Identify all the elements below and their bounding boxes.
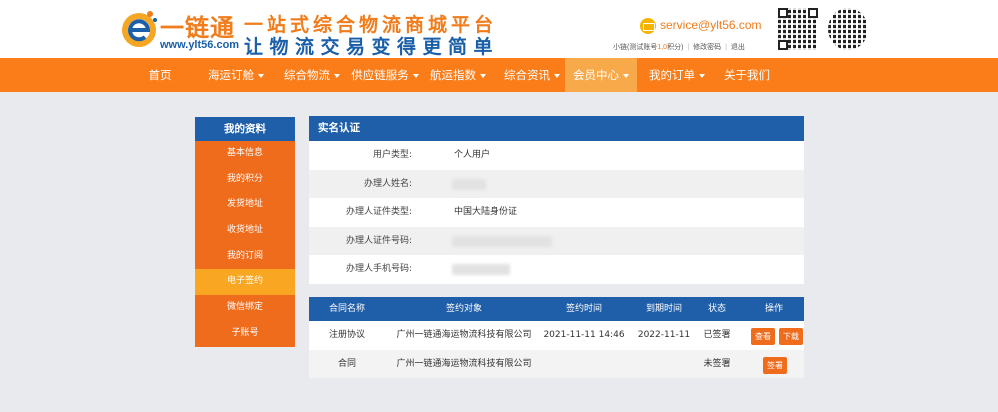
sidebar-item-receiving-address[interactable]: 收货地址 <box>195 218 295 244</box>
nav-label: 关于我们 <box>724 68 770 82</box>
column-header: 签约时间 <box>565 304 602 314</box>
sidebar-item-my-points[interactable]: 我的积分 <box>195 166 295 193</box>
profile-sidebar: 我的资料 基本信息 我的积分 发货地址 收货地址 我的订阅 电子签约 微信绑定 … <box>195 117 295 347</box>
sidebar-item-e-signing[interactable]: 电子签约 <box>195 269 295 296</box>
contract-status: 已签署 <box>703 330 731 340</box>
auth-rows: 用户类型: 个人用户 办理人姓名: 办理人证件类型: 中国大陆身份证 办理人证件… <box>309 141 804 284</box>
chevron-down-icon <box>480 73 486 78</box>
nav-label: 会员中心 <box>573 68 619 82</box>
sidebar-item-wechat-binding[interactable]: 微信绑定 <box>195 295 295 321</box>
logo-e-icon <box>122 11 157 47</box>
chevron-down-icon <box>412 73 419 78</box>
column-header: 签约对象 <box>445 304 482 314</box>
contract-status: 未签署 <box>703 358 731 369</box>
sidebar-item-subscriptions[interactable]: 我的订阅 <box>195 243 295 270</box>
sidebar-item-basic-info[interactable]: 基本信息 <box>195 141 295 167</box>
contract-expires-at: 2022-11-11 <box>637 330 691 340</box>
table-header: 合同名称 签约对象 签约时间 到期时间 状态 操作 <box>309 297 804 321</box>
column-header: 操作 <box>764 304 783 314</box>
contract-party: 广州一链通海运物流科技有限公司 <box>396 330 532 340</box>
main-nav: 首页 海运订舱 综合物流 供应链服务 航运指数 综合资讯 会员中心 我的订单 关… <box>0 58 998 92</box>
nav-label: 首页 <box>148 68 172 82</box>
nav-label: 我的订单 <box>649 68 695 82</box>
column-header: 到期时间 <box>645 304 682 314</box>
nav-my-orders[interactable]: 我的订单 <box>643 58 711 92</box>
chevron-down-icon <box>258 73 264 78</box>
qr-corner <box>808 8 818 18</box>
contract-name: 合同 <box>337 358 356 369</box>
view-button[interactable]: 查看 <box>751 328 775 345</box>
column-header: 状态 <box>707 304 726 314</box>
user-points: 1,0 <box>657 44 668 51</box>
info-row: 办理人姓名: <box>309 169 804 199</box>
qr-code-icon <box>776 6 820 52</box>
info-label: 办理人证件号码: <box>345 235 412 246</box>
qr-corner <box>778 8 788 18</box>
info-value: 中国大陆身份证 <box>454 207 518 218</box>
nav-label: 供应链服务 <box>351 68 409 82</box>
chevron-down-icon <box>623 73 629 78</box>
nav-news[interactable]: 综合资讯 <box>498 58 566 92</box>
logout-link[interactable]: 退出 <box>731 44 745 51</box>
redacted-value <box>452 264 510 276</box>
table-row: 合同 广州一链通海运物流科技有限公司 未签署 签署 <box>309 349 804 378</box>
user-bar: 小链(测试账号1,0积分) | 修改密码 | 退出 <box>613 42 745 52</box>
contract-party: 广州一链通海运物流科技有限公司 <box>396 358 532 369</box>
nav-label: 综合物流 <box>284 68 330 82</box>
nav-member-center[interactable]: 会员中心 <box>565 58 637 92</box>
change-password-link[interactable]: 修改密码 <box>693 44 721 51</box>
user-account-label: 小链(测试账号 <box>613 44 658 51</box>
sidebar-title: 我的资料 <box>195 117 295 141</box>
nav-home[interactable]: 首页 <box>131 58 189 92</box>
logo-url: www.ylt56.com <box>160 39 240 51</box>
real-name-auth-panel: 实名认证 用户类型: 个人用户 办理人姓名: 办理人证件类型: 中国大陆身份证 … <box>309 116 804 284</box>
nav-sea-booking[interactable]: 海运订舱 <box>202 58 270 92</box>
nav-supply-chain[interactable]: 供应链服务 <box>348 58 422 92</box>
site-logo[interactable]: 一链通 www.ylt56.com <box>120 6 240 54</box>
points-suffix: 积分) <box>667 44 684 51</box>
sign-button[interactable]: 签署 <box>763 356 787 374</box>
info-row: 办理人证件类型: 中国大陆身份证 <box>309 198 804 227</box>
redacted-value <box>452 235 552 247</box>
sidebar-item-sub-accounts[interactable]: 子账号 <box>195 320 295 347</box>
separator: | <box>687 44 690 51</box>
separator: | <box>725 44 727 51</box>
chevron-down-icon <box>554 73 560 78</box>
info-row: 办理人证件号码: <box>309 226 804 256</box>
nav-about[interactable]: 关于我们 <box>718 58 776 92</box>
contracts-table: 合同名称 签约对象 签约时间 到期时间 状态 操作 注册协议 广州一链通海运物流… <box>309 297 804 378</box>
nav-label: 航运指数 <box>430 68 476 82</box>
info-row: 办理人手机号码: <box>309 255 804 284</box>
panel-title: 实名认证 <box>309 116 804 141</box>
slogan-line-2: 让物流交易变得更简单 <box>244 36 500 58</box>
site-header: 一链通 www.ylt56.com 一站式综合物流商城平台 让物流交易变得更简单… <box>0 0 998 58</box>
chevron-down-icon <box>334 73 340 78</box>
info-value: 个人用户 <box>454 150 491 160</box>
contract-signed-at: 2021-11-11 14:46 <box>543 330 625 340</box>
info-label: 办理人证件类型: <box>345 207 412 218</box>
chevron-down-icon <box>699 73 705 78</box>
contract-name: 注册协议 <box>328 330 365 340</box>
info-label: 办理人姓名: <box>363 178 412 189</box>
mail-icon <box>640 18 656 34</box>
sidebar-item-shipping-address[interactable]: 发货地址 <box>195 192 295 219</box>
nav-label: 海运订舱 <box>208 68 254 82</box>
logo-name: 一链通 <box>160 13 235 42</box>
qr-corner <box>778 40 788 50</box>
service-email[interactable]: service@ylt56.com <box>660 18 762 32</box>
column-header: 合同名称 <box>328 304 365 314</box>
info-label: 办理人手机号码: <box>345 264 412 275</box>
mini-program-code-icon <box>826 6 870 52</box>
download-button[interactable]: 下载 <box>779 328 803 345</box>
nav-shipping-index[interactable]: 航运指数 <box>424 58 492 92</box>
nav-label: 综合资讯 <box>504 68 550 82</box>
info-row: 用户类型: 个人用户 <box>309 141 804 170</box>
redacted-value <box>452 178 486 190</box>
nav-logistics[interactable]: 综合物流 <box>278 58 346 92</box>
table-row: 注册协议 广州一链通海运物流科技有限公司 2021-11-11 14:46 20… <box>309 321 804 350</box>
info-label: 用户类型: <box>372 150 412 160</box>
